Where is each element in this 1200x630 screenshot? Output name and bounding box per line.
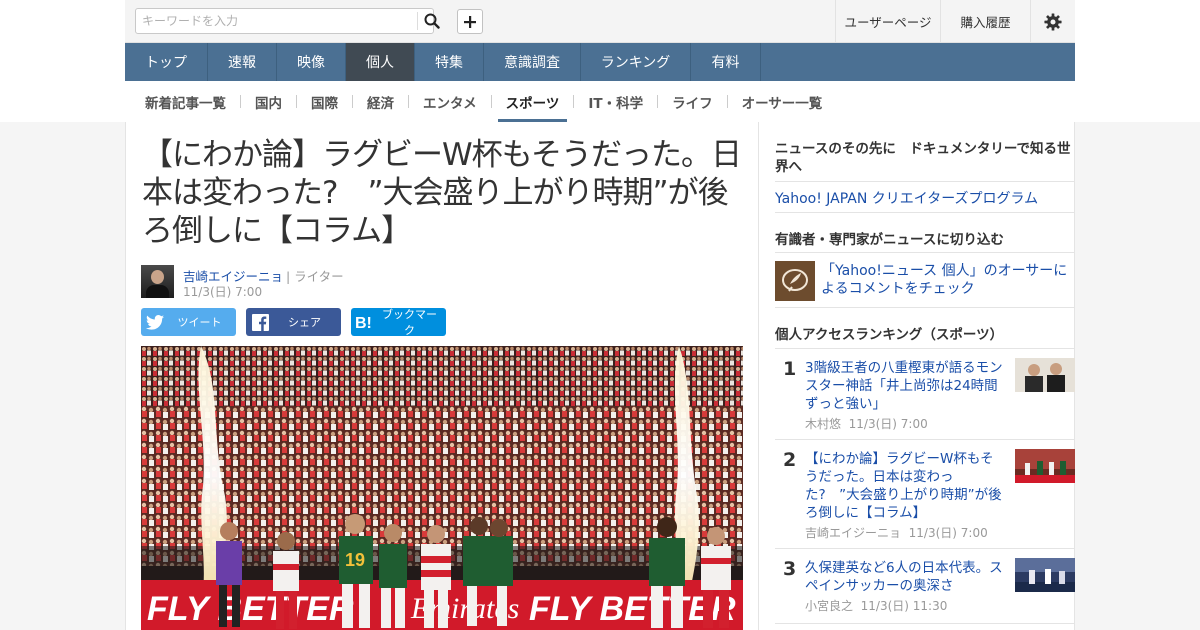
ranking-title[interactable]: 久保建英など6人の日本代表。スペインサッカーの奥深さ	[805, 559, 1005, 595]
article-title: 【にわか論】ラグビーW杯もそうだった。日本は変わった? ”大会盛り上がり時期”が…	[142, 137, 742, 249]
documentary-heading: ニュースのその先に ドキュメンタリーで知る世界へ	[775, 141, 1071, 175]
experts-card-link[interactable]: 「Yahoo!ニュース 個人」のオーサーによるコメントをチェック	[821, 262, 1071, 298]
nav-ranking[interactable]: ランキング	[581, 43, 691, 81]
user-page-link[interactable]: ユーザーページ	[835, 0, 940, 43]
sidebar-divider	[775, 548, 1075, 549]
subnav-economy[interactable]: 経済	[359, 81, 402, 122]
ranking-thumbnail-image	[1015, 358, 1075, 392]
facebook-share-button[interactable]: シェア	[246, 308, 341, 336]
sidebar-divider	[775, 307, 1075, 308]
subnav-divider	[240, 95, 241, 108]
search-box	[135, 8, 440, 34]
subnav-divider	[490, 95, 492, 108]
ranking-author: 木村悠	[805, 417, 842, 431]
subnav-it-science[interactable]: IT・科学	[580, 81, 651, 122]
ranking-thumbnail-image	[1015, 558, 1075, 592]
ranking-meta: 小宮良之 11/3(日) 11:30	[805, 597, 947, 614]
creators-program-link[interactable]: Yahoo! JAPAN クリエイターズプログラム	[775, 188, 1038, 208]
hatena-bookmark-icon: B!	[351, 314, 379, 330]
ranking-title[interactable]: 3階級王者の八重樫東が語るモンスター神話「井上尚弥は24時間ずっと強い」	[805, 359, 1005, 413]
ranking-thumbnail[interactable]	[1015, 449, 1075, 483]
experts-card-icon[interactable]	[775, 261, 815, 301]
subnav-divider	[573, 95, 575, 108]
ranking-number: 3	[783, 558, 797, 580]
ranking-thumbnail[interactable]	[1015, 358, 1075, 392]
ranking-meta: 吉崎エイジーニョ 11/3(日) 7:00	[805, 524, 988, 541]
sidebar-divider	[775, 181, 1075, 182]
search-button[interactable]	[418, 9, 446, 33]
purchase-history-link[interactable]: 購入履歴	[940, 0, 1030, 43]
nav-feature[interactable]: 特集	[415, 43, 484, 81]
sidebar-divider	[775, 439, 1075, 440]
nav-video[interactable]: 映像	[277, 43, 346, 81]
settings-button[interactable]	[1030, 0, 1075, 43]
article: 【にわか論】ラグビーW杯もそうだった。日本は変わった? ”大会盛り上がり時期”が…	[125, 122, 759, 630]
add-button[interactable]	[457, 9, 483, 34]
subnav-domestic[interactable]: 国内	[247, 81, 290, 122]
main-nav: トップ 速報 映像 個人 特集 意識調査 ランキング 有料	[125, 43, 1075, 81]
ranking-heading: 個人アクセスランキング（スポーツ）	[775, 327, 1004, 343]
nav-top[interactable]: トップ	[125, 43, 208, 81]
hatena-bookmark-button[interactable]: B! ブックマーク	[351, 308, 446, 337]
ranking-thumbnail-image	[1015, 449, 1075, 483]
rugby-photo-illustration: FLY BETTER Emirates FLY BETTER 19	[141, 346, 743, 630]
ranking-author: 吉崎エイジーニョ	[805, 526, 902, 540]
ranking-date: 11/3(日) 11:30	[860, 599, 948, 613]
comment-feather-icon	[782, 269, 808, 292]
ranking-author: 小宮良之	[805, 599, 854, 613]
subnav-divider	[352, 95, 353, 108]
post-date: 11/3(日) 7:00	[183, 285, 263, 299]
facebook-icon	[246, 313, 274, 331]
nav-survey[interactable]: 意識調査	[484, 43, 581, 81]
subnav-divider	[726, 95, 728, 108]
sidebar-divider	[775, 348, 1075, 349]
subnav-entertainment[interactable]: エンタメ	[415, 81, 485, 122]
experts-heading: 有識者・専門家がニュースに切り込む	[775, 232, 1004, 248]
ad-board-text-left: FLY BETTER	[147, 590, 354, 628]
site-header: ユーザーページ 購入履歴	[125, 0, 1075, 43]
ranking-thumbnail[interactable]	[1015, 558, 1075, 592]
subnav-sports[interactable]: スポーツ	[497, 81, 568, 122]
ranking-date: 11/3(日) 7:00	[848, 417, 928, 431]
nav-kojin[interactable]: 個人	[346, 43, 415, 81]
sub-nav: 新着記事一覧 国内 国際 経済 エンタメ スポーツ IT・科学 ライフ オーサー…	[125, 81, 1075, 122]
gear-icon	[1044, 12, 1062, 31]
subnav-divider	[296, 95, 297, 108]
subnav-latest[interactable]: 新着記事一覧	[137, 81, 234, 122]
ranking-meta: 木村悠 11/3(日) 7:00	[805, 415, 928, 432]
twitter-icon	[141, 314, 169, 330]
author-role: | ライター	[286, 269, 344, 284]
hatena-bookmark-label: ブックマーク	[382, 308, 437, 337]
nav-breaking[interactable]: 速報	[208, 43, 277, 81]
sidebar-divider	[775, 212, 1075, 213]
search-input[interactable]	[136, 9, 416, 33]
article-photo[interactable]: FLY BETTER Emirates FLY BETTER 19	[141, 346, 743, 630]
ranking-number: 2	[783, 449, 797, 471]
ranking-title[interactable]: 【にわか論】ラグビーW杯もそうだった。日本は変わった? ”大会盛り上がり時期”が…	[805, 450, 1005, 522]
jersey-number: 19	[345, 550, 365, 570]
subnav-international[interactable]: 国際	[303, 81, 346, 122]
sidebar-divider	[775, 623, 1075, 624]
author-avatar[interactable]	[141, 265, 174, 298]
sidebar-divider	[775, 252, 1075, 253]
facebook-share-label: シェア	[288, 316, 321, 329]
twitter-share-label: ツイート	[177, 316, 222, 329]
subnav-life[interactable]: ライフ	[664, 81, 721, 122]
search-icon	[424, 13, 440, 29]
sidebar: ニュースのその先に ドキュメンタリーで知る世界へ Yahoo! JAPAN クリ…	[759, 122, 1075, 630]
subnav-authors[interactable]: オーサー一覧	[734, 81, 831, 122]
nav-paid[interactable]: 有料	[691, 43, 761, 81]
ranking-number: 1	[783, 358, 797, 380]
svg-text:B!: B!	[355, 315, 372, 330]
subnav-divider	[657, 95, 659, 108]
ranking-date: 11/3(日) 7:00	[908, 526, 988, 540]
subnav-divider	[408, 95, 409, 108]
twitter-share-button[interactable]: ツイート	[141, 308, 236, 336]
plus-icon	[464, 15, 476, 28]
